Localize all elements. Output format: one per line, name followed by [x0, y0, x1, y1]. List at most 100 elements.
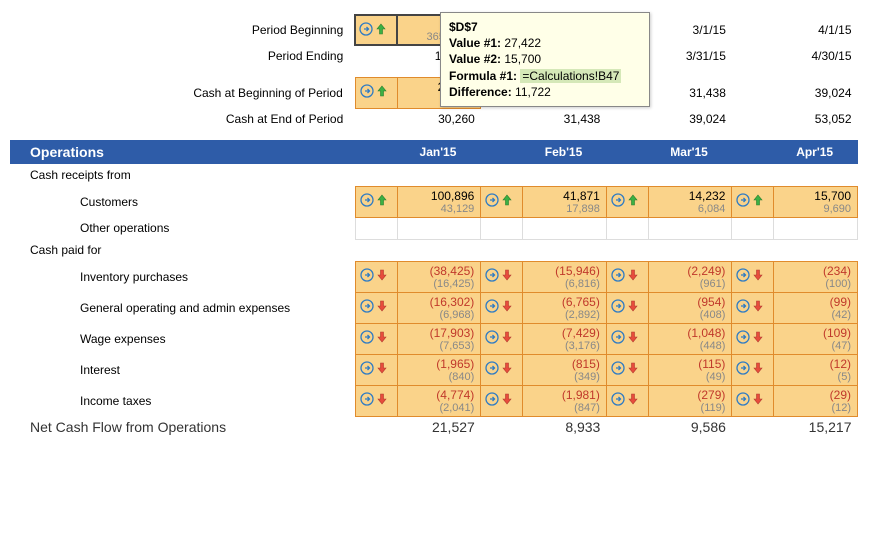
cell-icon[interactable] — [732, 354, 774, 385]
label-cash-end: Cash at End of Period — [10, 108, 355, 130]
cell-icon[interactable] — [606, 354, 648, 385]
cell-value[interactable]: (109)(47) — [774, 323, 858, 354]
cell-value[interactable]: (12)(5) — [774, 354, 858, 385]
cell-value[interactable]: (99)(42) — [774, 292, 858, 323]
detail-icon — [485, 193, 499, 207]
detail-icon — [611, 193, 625, 207]
detail-icon — [485, 299, 499, 313]
cell-value[interactable]: (6,765)(2,892) — [523, 292, 607, 323]
cell-value[interactable]: (17,903)(7,653) — [397, 323, 481, 354]
detail-icon — [485, 392, 499, 406]
arrow-down-icon — [376, 331, 388, 343]
cell-icon[interactable] — [481, 385, 523, 416]
cell-value[interactable]: 31,438 — [648, 77, 732, 108]
arrow-down-icon — [627, 269, 639, 281]
cell-icon[interactable] — [355, 15, 397, 45]
cell-icon[interactable] — [732, 292, 774, 323]
cell-icon[interactable] — [355, 261, 397, 292]
cell-icon[interactable] — [732, 323, 774, 354]
arrow-up-icon — [752, 194, 764, 206]
header-title: Operations — [10, 140, 355, 164]
detail-icon — [485, 268, 499, 282]
header-month: Mar'15 — [648, 140, 732, 164]
tooltip-cell-ref: $D$7 — [449, 19, 641, 35]
cell-value[interactable]: 21,527 — [397, 416, 481, 438]
cell-icon[interactable] — [355, 323, 397, 354]
detail-icon — [736, 299, 750, 313]
cell-icon[interactable] — [606, 292, 648, 323]
cell-icon[interactable] — [481, 323, 523, 354]
arrow-down-icon — [501, 393, 513, 405]
cell-value[interactable]: (4,774)(2,041) — [397, 385, 481, 416]
cell-value[interactable]: (279)(119) — [648, 385, 732, 416]
label-genop: General operating and admin expenses — [10, 292, 355, 323]
cell-value[interactable]: (16,302)(6,968) — [397, 292, 481, 323]
label-customers: Customers — [10, 186, 355, 217]
cell-icon[interactable] — [606, 385, 648, 416]
label-other-operations: Other operations — [10, 217, 355, 239]
cell-value[interactable]: 53,052 — [774, 108, 858, 130]
arrow-down-icon — [376, 300, 388, 312]
arrow-down-icon — [501, 269, 513, 281]
cell-value[interactable]: (1,981)(847) — [523, 385, 607, 416]
cell-icon[interactable] — [355, 77, 397, 108]
cell-value[interactable]: 15,7009,690 — [774, 186, 858, 217]
label-wage: Wage expenses — [10, 323, 355, 354]
cell-value[interactable]: (15,946)(6,816) — [523, 261, 607, 292]
cell-icon[interactable] — [481, 261, 523, 292]
arrow-up-icon — [376, 85, 388, 97]
row-other-operations: Other operations — [10, 217, 858, 239]
cell-icon[interactable] — [732, 385, 774, 416]
cell-value[interactable]: 15,217 — [774, 416, 858, 438]
cell-value[interactable]: (815)(349) — [523, 354, 607, 385]
cell-value[interactable]: 4/30/15 — [774, 45, 858, 67]
cell-value[interactable]: (1,048)(448) — [648, 323, 732, 354]
cell-value[interactable]: (7,429)(3,176) — [523, 323, 607, 354]
cell-value[interactable]: 9,586 — [648, 416, 732, 438]
arrow-down-icon — [627, 393, 639, 405]
cell-value[interactable]: 41,87117,898 — [523, 186, 607, 217]
row-cash-paid-for: Cash paid for — [10, 239, 858, 261]
header-month: Jan'15 — [397, 140, 481, 164]
detail-icon — [360, 84, 374, 98]
cell-icon[interactable] — [355, 354, 397, 385]
cell-value[interactable]: (1,965)(840) — [397, 354, 481, 385]
cell-value[interactable]: 4/1/15 — [774, 15, 858, 45]
cell-value[interactable]: 39,024 — [648, 108, 732, 130]
cell-icon[interactable] — [355, 186, 397, 217]
header-month: Apr'15 — [774, 140, 858, 164]
cell-value[interactable]: 39,024 — [774, 77, 858, 108]
cell-value[interactable]: 100,89643,129 — [397, 186, 481, 217]
cell-value[interactable]: (29)(12) — [774, 385, 858, 416]
cell-icon[interactable] — [481, 186, 523, 217]
cell-value[interactable]: (115)(49) — [648, 354, 732, 385]
cell-icon[interactable] — [732, 186, 774, 217]
arrow-down-icon — [752, 393, 764, 405]
cell-value[interactable]: (954)(408) — [648, 292, 732, 323]
detail-icon — [360, 299, 374, 313]
cell-value[interactable]: (2,249)(961) — [648, 261, 732, 292]
arrow-down-icon — [752, 300, 764, 312]
cell-value[interactable]: 30,260 — [397, 108, 481, 130]
cell-icon[interactable] — [606, 186, 648, 217]
cell-value[interactable]: (234)(100) — [774, 261, 858, 292]
cell-value[interactable]: 8,933 — [523, 416, 607, 438]
cell-icon[interactable] — [355, 292, 397, 323]
row-cash-begin: Cash at Beginning of Period 27,422 11,72… — [10, 77, 858, 108]
arrow-down-icon — [752, 331, 764, 343]
cell-icon[interactable] — [606, 323, 648, 354]
arrow-down-icon — [376, 362, 388, 374]
detail-icon — [360, 193, 374, 207]
cell-value[interactable]: 31,438 — [523, 108, 607, 130]
detail-icon — [736, 268, 750, 282]
cell-icon[interactable] — [732, 261, 774, 292]
cell-value[interactable]: (38,425)(16,425) — [397, 261, 481, 292]
cell-icon[interactable] — [481, 354, 523, 385]
cell-value[interactable]: 3/31/15 — [648, 45, 732, 67]
cell-icon[interactable] — [481, 292, 523, 323]
cell-value[interactable]: 14,2326,084 — [648, 186, 732, 217]
row-incometax: Income taxes (4,774)(2,041) (1,981)(847)… — [10, 385, 858, 416]
cell-value[interactable]: 3/1/15 — [648, 15, 732, 45]
cell-icon[interactable] — [355, 385, 397, 416]
cell-icon[interactable] — [606, 261, 648, 292]
